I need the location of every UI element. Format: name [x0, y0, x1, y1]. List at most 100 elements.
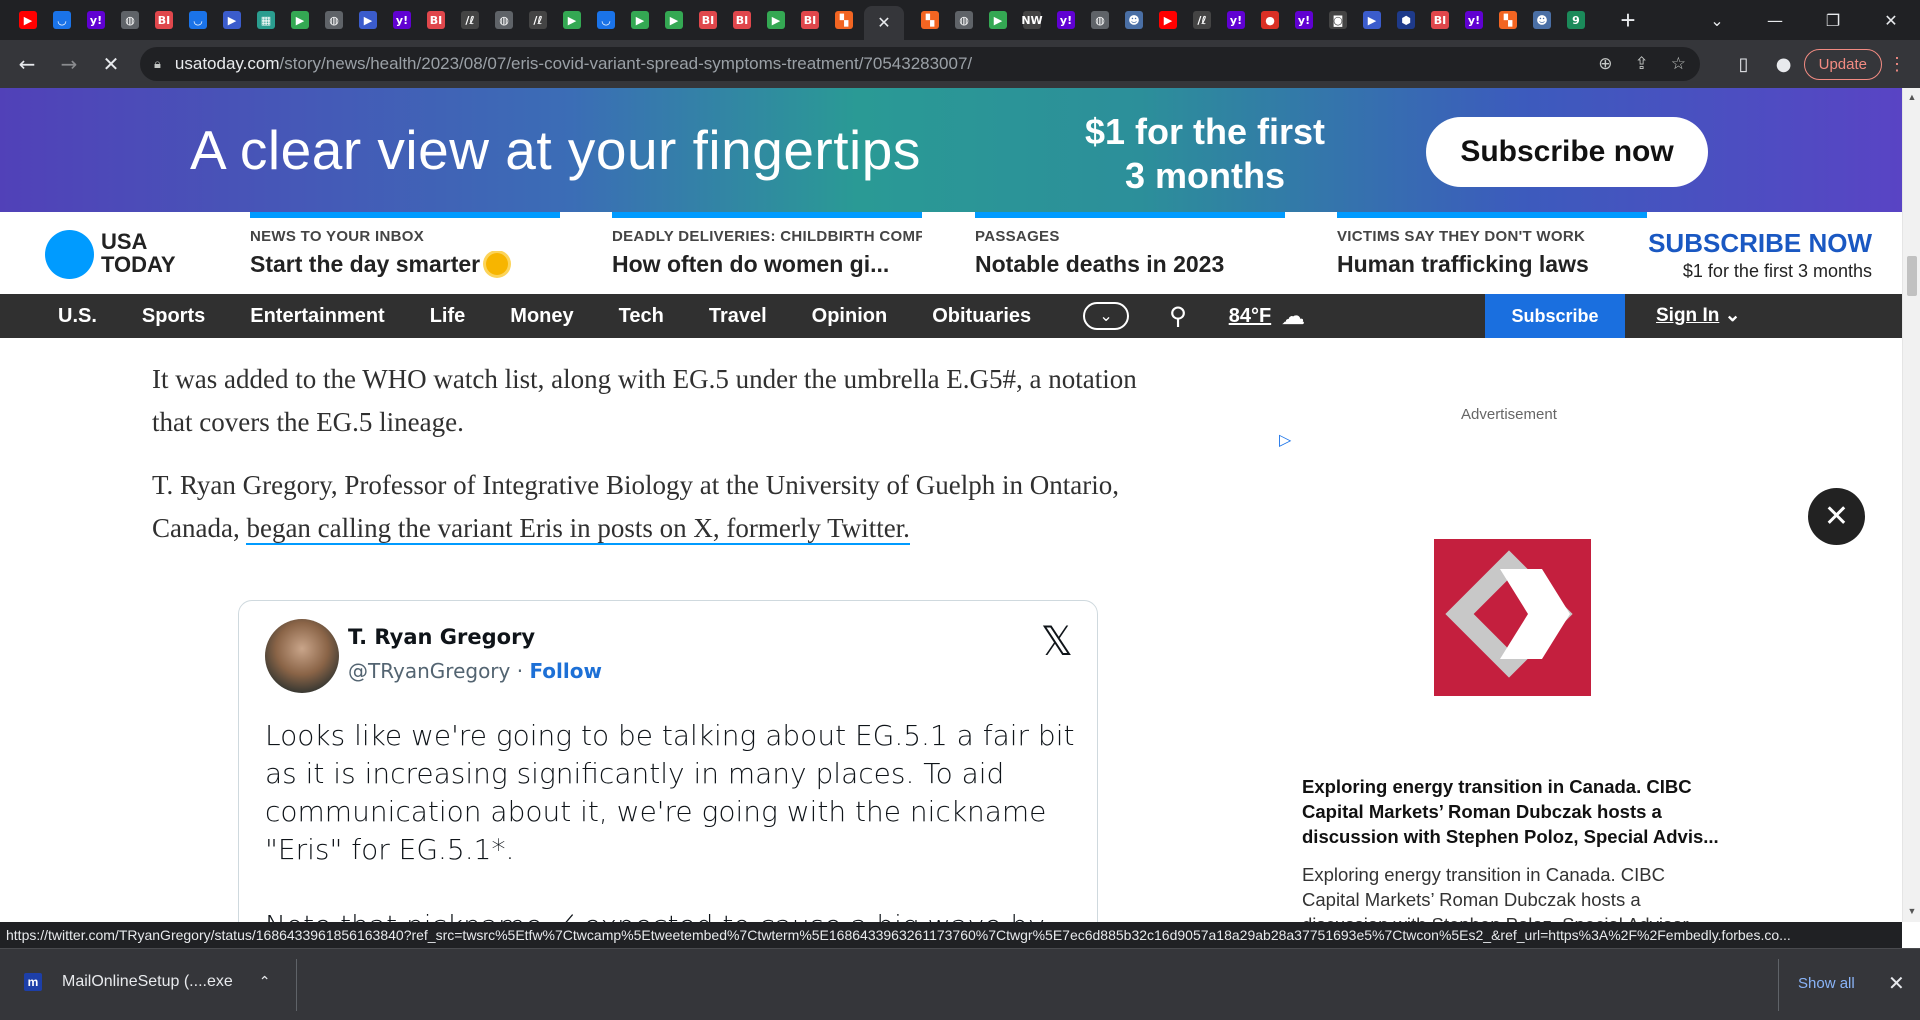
browser-tab[interactable]: y!	[82, 6, 110, 34]
x-logo-icon[interactable]: 𝕏	[1041, 619, 1073, 665]
browser-tab[interactable]: y!	[1222, 6, 1250, 34]
tweet-handle[interactable]: @TRyanGregory	[348, 659, 510, 683]
browser-tab[interactable]: /ℓ	[456, 6, 484, 34]
sign-in-button[interactable]: Sign In ⌄	[1656, 304, 1741, 327]
header-subscribe-promo[interactable]: SUBSCRIBE NOW $1 for the first 3 months	[1648, 228, 1872, 282]
browser-tab[interactable]: BI	[694, 6, 722, 34]
browser-tab[interactable]: ◡	[592, 6, 620, 34]
address-bar[interactable]: 🔒︎ usatoday.com/story/news/health/2023/0…	[140, 47, 1700, 81]
browser-tab[interactable]: y!	[1460, 6, 1488, 34]
nav-item-entertainment[interactable]: Entertainment	[250, 305, 384, 328]
show-all-downloads-button[interactable]: Show all	[1798, 975, 1855, 992]
browser-tab[interactable]: ◍	[320, 6, 348, 34]
download-item[interactable]: m MailOnlineSetup (....exe ⌃	[24, 973, 270, 991]
nav-item-sports[interactable]: Sports	[142, 305, 205, 328]
scroll-up-arrow-icon[interactable]: ▲	[1903, 92, 1920, 102]
download-filename[interactable]: MailOnlineSetup (....exe	[62, 973, 233, 991]
browser-tab[interactable]: y!	[388, 6, 416, 34]
browser-tab[interactable]: ⬢	[1392, 6, 1420, 34]
side-panel-icon[interactable]: ▯	[1724, 54, 1764, 75]
browser-tab[interactable]: ◍	[1086, 6, 1114, 34]
browser-tab[interactable]: BI	[150, 6, 178, 34]
subscribe-now-title[interactable]: SUBSCRIBE NOW	[1648, 228, 1872, 259]
subscription-banner-ad[interactable]: A clear view at your fingertips $1 for t…	[0, 88, 1902, 212]
back-button[interactable]: ←	[12, 49, 42, 79]
more-menu-chevron-icon[interactable]: ⌄	[1083, 302, 1130, 330]
page-scrollbar[interactable]: ▲ ▼	[1902, 88, 1920, 922]
nav-subscribe-button[interactable]: Subscribe	[1485, 294, 1625, 338]
promo-deadly-deliveries[interactable]: DEADLY DELIVERIES: CHILDBIRTH COMP How o…	[612, 212, 922, 278]
share-icon[interactable]: ⇪	[1635, 54, 1649, 74]
browser-tab[interactable]: y!	[1290, 6, 1318, 34]
promo-trafficking[interactable]: VICTIMS SAY THEY DON'T WORK Human traffi…	[1337, 212, 1647, 278]
browser-tab[interactable]: ▚	[916, 6, 944, 34]
promo-headline[interactable]: Notable deaths in 2023	[975, 251, 1285, 278]
browser-tab[interactable]: ◡	[48, 6, 76, 34]
nav-item-us[interactable]: U.S.	[58, 305, 97, 328]
tab-search-button[interactable]: ⌄	[1688, 11, 1746, 30]
nav-item-money[interactable]: Money	[510, 305, 573, 328]
browser-tab[interactable]: ▶	[354, 6, 382, 34]
browser-tab[interactable]: ◡	[184, 6, 212, 34]
browser-menu-icon[interactable]: ⋮	[1888, 54, 1906, 75]
browser-tab[interactable]: ▶	[218, 6, 246, 34]
adchoices-icon[interactable]: ▷	[1279, 430, 1291, 449]
usa-today-logo-icon[interactable]	[45, 230, 94, 279]
browser-tab[interactable]: ☻	[1528, 6, 1556, 34]
nav-item-obituaries[interactable]: Obituaries	[932, 305, 1031, 328]
promo-newsletter[interactable]: NEWS TO YOUR INBOX Start the day smarter	[250, 212, 560, 278]
promo-passages[interactable]: PASSAGES Notable deaths in 2023	[975, 212, 1285, 278]
stop-loading-button[interactable]: ✕	[96, 49, 126, 79]
ad-description[interactable]: Exploring energy transition in Canada. C…	[1302, 862, 1722, 922]
nav-item-travel[interactable]: Travel	[709, 305, 767, 328]
new-tab-button[interactable]: +	[1614, 5, 1642, 36]
browser-tab[interactable]: ◙	[1324, 6, 1352, 34]
browser-tab[interactable]: BI	[1426, 6, 1454, 34]
promo-headline[interactable]: Start the day smarter	[250, 251, 560, 278]
minimize-button[interactable]: —	[1746, 11, 1804, 30]
browser-tab[interactable]: ▶	[558, 6, 586, 34]
promo-headline[interactable]: How often do women gi...	[612, 251, 922, 278]
browser-tab[interactable]: ▶	[762, 6, 790, 34]
window-close-button[interactable]: ✕	[1862, 11, 1920, 30]
avatar[interactable]	[265, 619, 339, 693]
browser-tab[interactable]: y!	[1052, 6, 1080, 34]
scroll-down-arrow-icon[interactable]: ▼	[1903, 906, 1920, 916]
profile-icon[interactable]: ●	[1764, 54, 1804, 75]
active-tab[interactable]: ✕	[864, 6, 904, 40]
nav-item-life[interactable]: Life	[430, 305, 466, 328]
lock-icon[interactable]: 🔒︎	[154, 56, 161, 72]
browser-tab[interactable]: 9	[1562, 6, 1590, 34]
zoom-icon[interactable]: ⊕	[1598, 54, 1612, 74]
browser-tab[interactable]: ◍	[116, 6, 144, 34]
nav-item-opinion[interactable]: Opinion	[812, 305, 888, 328]
forward-button[interactable]: →	[54, 49, 84, 79]
browser-tab[interactable]: ☻	[1120, 6, 1148, 34]
browser-tab[interactable]: ◍	[490, 6, 518, 34]
close-ad-button[interactable]: ✕	[1808, 488, 1865, 545]
browser-tab[interactable]: /ℓ	[1188, 6, 1216, 34]
banner-subscribe-button[interactable]: Subscribe now	[1426, 117, 1708, 187]
tweet-author-name[interactable]: T. Ryan Gregory	[348, 625, 535, 649]
close-download-bar-icon[interactable]: ✕	[1888, 971, 1905, 995]
browser-tab[interactable]: ▚	[830, 6, 858, 34]
browser-tab[interactable]: /ℓ	[524, 6, 552, 34]
site-logo[interactable]: USA TODAY	[101, 230, 176, 276]
browser-tab[interactable]: ▶	[1154, 6, 1182, 34]
browser-tab[interactable]: ▶	[626, 6, 654, 34]
close-tab-icon[interactable]: ✕	[877, 13, 890, 33]
browser-tab[interactable]: ▶	[14, 6, 42, 34]
url-text[interactable]: usatoday.com/story/news/health/2023/08/0…	[175, 54, 972, 74]
search-icon[interactable]: ⚲	[1169, 302, 1187, 330]
cibc-logo[interactable]	[1434, 539, 1591, 696]
scrollbar-thumb[interactable]	[1907, 256, 1917, 296]
article-link-x-posts[interactable]: began calling the variant Eris in posts …	[246, 513, 910, 545]
browser-tab[interactable]: ▶	[1358, 6, 1386, 34]
browser-tab[interactable]: ▶	[660, 6, 688, 34]
embedded-tweet[interactable]: T. Ryan Gregory @TRyanGregory · Follow 𝕏…	[238, 600, 1098, 922]
browser-tab[interactable]: BI	[728, 6, 756, 34]
follow-button[interactable]: Follow	[529, 659, 602, 683]
browser-tab[interactable]: ▶	[286, 6, 314, 34]
restore-button[interactable]: ❐	[1804, 11, 1862, 30]
browser-tab[interactable]: BI	[796, 6, 824, 34]
